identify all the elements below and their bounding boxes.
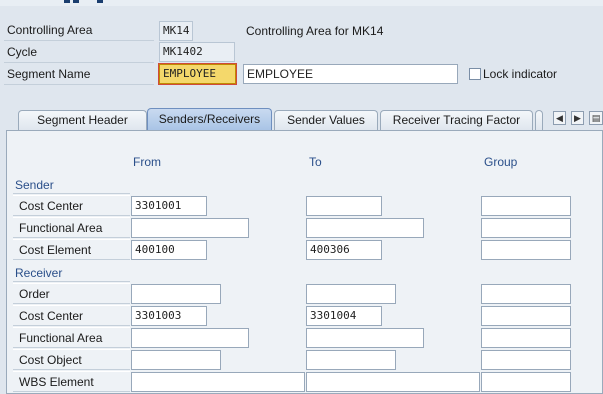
receiver-section-title: Receiver	[15, 266, 63, 280]
receiver-order-from[interactable]	[131, 284, 221, 304]
receiver-wbs-element-group[interactable]	[481, 372, 571, 392]
receiver-cost-object-to[interactable]	[306, 350, 396, 370]
sender-cost-element-from[interactable]: 400100	[131, 240, 207, 260]
column-header-from: From	[133, 155, 161, 169]
receiver-functional-area-to[interactable]	[306, 328, 424, 348]
receiver-cost-object-group[interactable]	[481, 350, 571, 370]
sender-functional-area-from[interactable]	[131, 218, 249, 238]
toolbar	[0, 0, 603, 6]
tab-list-icon[interactable]: ▤	[589, 111, 603, 125]
tab-receiver-tracing-factor[interactable]: Receiver Tracing Factor	[380, 110, 533, 130]
tab-senders-receivers[interactable]: Senders/Receivers	[147, 108, 272, 130]
cycle-field[interactable]: MK1402	[159, 42, 235, 62]
tab-overflow[interactable]	[535, 110, 543, 130]
segment-description-field[interactable]: EMPLOYEE	[243, 64, 458, 84]
column-header-group: Group	[484, 155, 518, 169]
lock-indicator-checkbox[interactable]	[469, 68, 481, 80]
lock-indicator-label: Lock indicator	[483, 67, 558, 81]
sender-functional-area-to[interactable]	[306, 218, 424, 238]
receiver-functional-area-group[interactable]	[481, 328, 571, 348]
receiver-cost-object-from[interactable]	[131, 350, 221, 370]
controlling-area-description: Controlling Area for MK14	[246, 24, 384, 38]
sender-functional-area-group[interactable]	[481, 218, 571, 238]
sender-cost-center-label: Cost Center	[13, 195, 130, 216]
sender-functional-area-label: Functional Area	[13, 217, 130, 238]
divider	[13, 281, 130, 282]
segment-name-label: Segment Name	[4, 64, 154, 85]
receiver-functional-area-label: Functional Area	[13, 327, 130, 348]
sender-cost-center-to[interactable]	[306, 196, 382, 216]
receiver-wbs-element-to[interactable]	[306, 372, 480, 392]
toolbar-icon[interactable]	[73, 0, 79, 3]
tab-segment-header[interactable]: Segment Header	[18, 110, 147, 130]
receiver-wbs-element-from[interactable]	[131, 372, 305, 392]
receiver-cost-object-label: Cost Object	[13, 349, 130, 370]
arrow-left-icon[interactable]: ◀	[553, 111, 566, 125]
cycle-label: Cycle	[4, 42, 154, 63]
receiver-order-group[interactable]	[481, 284, 571, 304]
tab-sender-values[interactable]: Sender Values	[274, 110, 378, 130]
controlling-area-field[interactable]: MK14	[159, 21, 193, 41]
sender-cost-center-from[interactable]: 3301001	[131, 196, 207, 216]
receiver-wbs-element-label: WBS Element	[13, 371, 130, 392]
receiver-cost-center-label: Cost Center	[13, 305, 130, 326]
sender-cost-center-group[interactable]	[481, 196, 571, 216]
segment-name-field[interactable]: EMPLOYEE	[158, 63, 237, 85]
receiver-cost-center-to[interactable]: 3301004	[306, 306, 382, 326]
toolbar-icon[interactable]	[97, 0, 103, 3]
divider	[13, 193, 130, 194]
receiver-cost-center-group[interactable]	[481, 306, 571, 326]
sender-cost-element-label: Cost Element	[13, 239, 130, 260]
receiver-cost-center-from[interactable]: 3301003	[131, 306, 207, 326]
controlling-area-label: Controlling Area	[4, 20, 154, 41]
column-header-to: To	[309, 155, 322, 169]
receiver-functional-area-from[interactable]	[131, 328, 249, 348]
receiver-order-label: Order	[13, 283, 130, 304]
sender-cost-element-group[interactable]	[481, 240, 571, 260]
sender-section-title: Sender	[15, 178, 54, 192]
sender-cost-element-to[interactable]: 400306	[306, 240, 382, 260]
arrow-right-icon[interactable]: ▶	[571, 111, 584, 125]
toolbar-icon[interactable]	[64, 0, 70, 3]
receiver-order-to[interactable]	[306, 284, 396, 304]
